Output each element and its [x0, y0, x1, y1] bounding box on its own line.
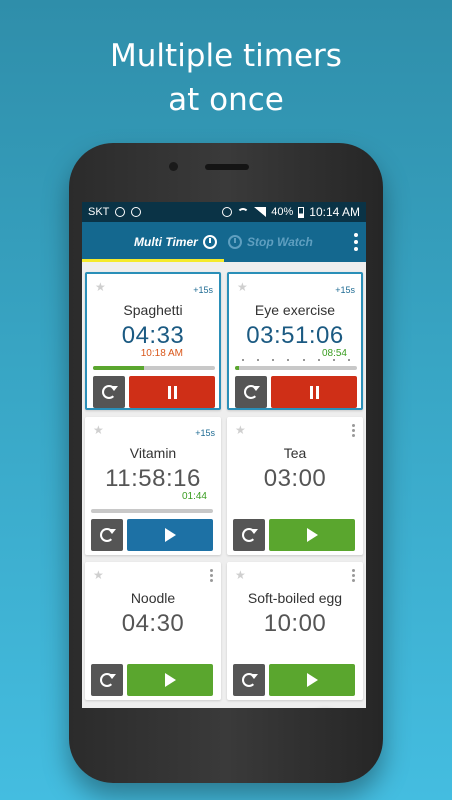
reset-button[interactable] — [235, 376, 267, 408]
reset-button[interactable] — [233, 664, 265, 696]
timer-end-time: 10:18 AM — [140, 348, 183, 359]
speaker-grille — [205, 164, 249, 170]
reset-button[interactable] — [91, 519, 123, 551]
tab-label-multi-timer: Multi Timer — [134, 235, 198, 249]
reset-icon — [242, 673, 258, 687]
reset-icon — [100, 673, 116, 687]
play-button[interactable] — [269, 519, 355, 551]
card-menu-icon[interactable] — [352, 424, 355, 437]
reset-icon — [242, 528, 258, 542]
headline-line-1: Multiple timers — [110, 38, 342, 74]
overflow-menu-icon[interactable] — [354, 233, 358, 251]
reset-icon — [100, 528, 116, 542]
timer-card-spaghetti[interactable]: ★ +15s Spaghetti 04:33 10:18 AM — [85, 272, 221, 410]
pause-icon — [167, 385, 177, 399]
play-icon — [306, 528, 318, 542]
play-icon — [164, 673, 176, 687]
promo-headline: Multiple timers at once — [0, 34, 452, 122]
reset-icon — [102, 385, 118, 399]
timer-card-noodle[interactable]: ★ Noodle 04:30 — [85, 562, 221, 700]
signal-icon — [254, 207, 267, 217]
star-icon[interactable]: ★ — [235, 424, 246, 436]
timer-time: 10:00 — [263, 610, 327, 637]
timer-time: 04:30 — [121, 610, 185, 637]
app-screen: SKT 40% 10:14 AM Multi Timer Stop Watch … — [82, 202, 366, 708]
timer-name: Soft-boiled egg — [247, 590, 343, 606]
reset-button[interactable] — [91, 664, 123, 696]
timer-grid: ★ +15s Spaghetti 04:33 10:18 AM ★ +15s E… — [82, 262, 366, 708]
star-icon[interactable]: ★ — [237, 281, 248, 293]
interval-markers — [235, 359, 357, 361]
timer-name: Spaghetti — [123, 302, 183, 318]
star-icon[interactable]: ★ — [235, 569, 246, 581]
timer-name: Vitamin — [129, 445, 177, 461]
status-bar: SKT 40% 10:14 AM — [82, 202, 366, 222]
add-15s-button[interactable]: +15s — [335, 285, 355, 295]
app-bar: Multi Timer Stop Watch — [82, 222, 366, 262]
alarm-clock-icon — [202, 235, 217, 249]
tab-label-stop-watch: Stop Watch — [247, 235, 313, 249]
add-15s-button[interactable]: +15s — [195, 428, 215, 438]
play-icon — [164, 528, 176, 542]
timer-progress — [91, 509, 213, 513]
timer-time: 03:51:06 — [246, 322, 344, 349]
camera-icon — [169, 162, 178, 171]
wifi-icon — [237, 207, 250, 217]
timer-time: 04:33 — [121, 322, 185, 349]
play-button[interactable] — [269, 664, 355, 696]
timer-card-vitamin[interactable]: ★ +15s Vitamin 11:58:16 01:44 — [85, 417, 221, 555]
play-button[interactable] — [127, 519, 213, 551]
timer-name: Tea — [283, 445, 307, 461]
battery-percent: 40% — [271, 206, 294, 218]
timer-sub-time: 01:44 — [181, 491, 207, 502]
timer-card-tea[interactable]: ★ Tea 03:00 — [227, 417, 363, 555]
star-icon[interactable]: ★ — [93, 569, 104, 581]
timer-sub-time: 08:54 — [321, 348, 347, 359]
battery-icon — [298, 206, 305, 218]
pause-icon — [309, 385, 319, 399]
play-button[interactable] — [127, 664, 213, 696]
pause-button[interactable] — [129, 376, 215, 408]
timer-name: Noodle — [130, 590, 176, 606]
add-15s-button[interactable]: +15s — [193, 285, 213, 295]
headline-line-2: at once — [168, 82, 284, 118]
reset-button[interactable] — [233, 519, 265, 551]
alarm-status-icon — [115, 207, 126, 217]
timer-progress — [93, 366, 215, 370]
status-time: 10:14 AM — [309, 205, 360, 219]
pause-button[interactable] — [271, 376, 357, 408]
timer-card-eye-exercise[interactable]: ★ +15s Eye exercise 03:51:06 08:54 — [227, 272, 363, 410]
timer-time: 11:58:16 — [105, 465, 201, 492]
timer-time: 03:00 — [263, 465, 327, 492]
timer-name: Eye exercise — [254, 302, 336, 318]
star-icon[interactable]: ★ — [95, 281, 106, 293]
play-icon — [306, 673, 318, 687]
card-menu-icon[interactable] — [352, 569, 355, 582]
stopwatch-icon — [228, 235, 242, 249]
timer-card-soft-boiled-egg[interactable]: ★ Soft-boiled egg 10:00 — [227, 562, 363, 700]
reset-button[interactable] — [93, 376, 125, 408]
tab-stop-watch[interactable]: Stop Watch — [228, 222, 313, 262]
reset-icon — [244, 385, 260, 399]
alarm-status-icon-right — [222, 207, 233, 217]
carrier-label: SKT — [88, 206, 110, 218]
card-menu-icon[interactable] — [210, 569, 213, 582]
progress-fill — [235, 366, 239, 370]
tab-multi-timer[interactable]: Multi Timer — [134, 222, 217, 262]
star-icon[interactable]: ★ — [93, 424, 104, 436]
timer-status-icon — [131, 207, 142, 217]
progress-fill — [93, 366, 145, 370]
timer-progress — [235, 366, 357, 370]
